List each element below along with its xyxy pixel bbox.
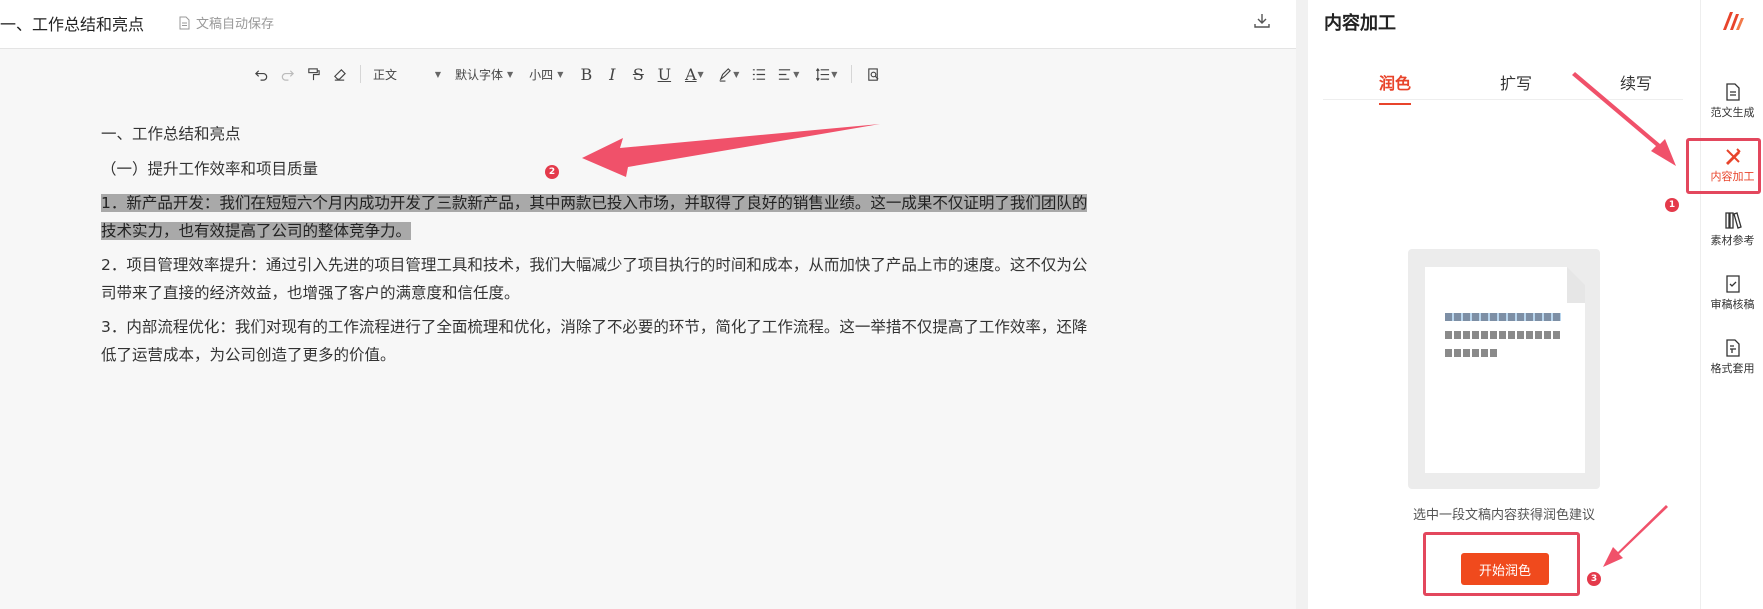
undo-icon[interactable] [250,63,272,85]
polish-hint: 选中一段文稿内容获得润色建议 [1412,508,1595,523]
line-spacing-button[interactable]: ▼ [811,63,841,85]
illus-line [1445,349,1497,357]
sidebar-item-materials[interactable]: 素材参考 [1701,210,1763,258]
tab-expand[interactable]: 扩写 [1500,70,1532,94]
highlight-button[interactable]: ▼ [713,63,743,85]
document-body[interactable]: 一、工作总结和亮点 （一）提升工作效率和项目质量 1．新产品开发：我们在短短六个… [101,120,1091,375]
autosave-label: 文稿自动保存 [196,17,275,32]
find-replace-button[interactable] [862,63,884,85]
format-toolbar: 正文 ▼ 默认字体 ▼ 小四 ▼ B I S U A ▼ ▼ ▼ ▼ [248,62,886,86]
content-processing-panel: 内容加工 润色 扩写 续写 选中一段文稿内容获得润色建议 开始润色 [1308,0,1700,609]
sidebar-item-label: 审稿核稿 [1710,298,1755,311]
font-size-select[interactable]: 小四 ▼ [525,63,567,85]
doc-heading-2[interactable]: （一）提升工作效率和项目质量 [101,155,1091,183]
bold-icon: B [580,64,593,84]
panel-divider [1296,0,1308,609]
download-icon[interactable] [1252,11,1272,31]
eraser-icon[interactable] [328,63,350,85]
paragraph-style-select[interactable]: 正文 ▼ [369,63,445,85]
sidebar-item-label: 范文生成 [1710,106,1755,119]
font-family-select[interactable]: 默认字体 ▼ [451,63,517,85]
file-icon [179,16,190,29]
doc-paragraph-2[interactable]: 2．项目管理效率提升：通过引入先进的项目管理工具和技术，我们大幅减少了项目执行的… [101,251,1091,307]
italic-icon: I [609,64,616,84]
books-icon [1724,212,1742,229]
underline-icon: U [657,64,672,84]
paper-illustration [1425,267,1585,473]
tool-sidebar: 范文生成 内容加工 素材参考 审稿核稿 格式套用 [1700,0,1763,609]
panel-tabs: 润色 扩写 续写 [1323,70,1683,105]
paper-fold [1567,267,1585,303]
pen-tool-icon [1725,148,1741,165]
underline-button[interactable]: U [653,63,675,85]
sidebar-item-label: 内容加工 [1710,170,1755,183]
caret-down-icon: ▼ [733,69,740,79]
sidebar-item-review[interactable]: 审稿核稿 [1701,274,1763,322]
redo-icon[interactable] [276,63,298,85]
tab-continue[interactable]: 续写 [1620,70,1652,94]
empty-state-illustration [1408,249,1600,489]
app-logo-icon [1723,12,1744,30]
bold-button[interactable]: B [575,63,597,85]
format-painter-icon[interactable] [302,63,324,85]
tab-polish[interactable]: 润色 [1379,70,1412,105]
editor-header: 一、工作总结和亮点 文稿自动保存 [0,0,1296,49]
list-icon [752,68,765,80]
caret-down-icon: ▼ [434,69,441,79]
font-color-button[interactable]: A ▼ [679,63,709,85]
caret-down-icon: ▼ [793,69,800,79]
caret-down-icon: ▼ [831,69,838,79]
font-color-icon: A [684,64,697,84]
format-icon [1725,339,1740,357]
align-button[interactable]: ▼ [773,63,803,85]
caret-down-icon: ▼ [697,69,704,79]
italic-button[interactable]: I [601,63,623,85]
selected-text[interactable]: 1．新产品开发：我们在短短六个月内成功开发了三款新产品，其中两款已投入市场，并取… [101,194,1088,240]
caret-down-icon: ▼ [507,69,514,79]
doc-title[interactable]: 一、工作总结和亮点 [0,11,144,35]
caret-down-icon: ▼ [557,69,564,79]
highlighter-icon [719,67,732,82]
toolbar-divider [360,65,361,83]
sidebar-item-label: 素材参考 [1710,234,1755,247]
illus-line [1445,313,1561,321]
document-icon [1725,83,1740,101]
line-spacing-icon [816,67,830,81]
align-left-icon [779,68,791,80]
font-size-value: 小四 [529,67,554,82]
sidebar-item-format[interactable]: 格式套用 [1701,338,1763,386]
doc-heading-1[interactable]: 一、工作总结和亮点 [101,120,1091,148]
editor-area: 一、工作总结和亮点 文稿自动保存 正文 ▼ 默认字体 ▼ 小四 ▼ B I S U A… [0,0,1296,609]
start-polish-button[interactable]: 开始润色 [1461,553,1549,585]
autosave-status: 文稿自动保存 [178,13,274,32]
font-family-value: 默认字体 [455,67,504,82]
illus-line [1445,331,1561,339]
find-icon [868,67,879,81]
list-button[interactable] [747,63,769,85]
strikethrough-icon: S [632,64,644,84]
sidebar-item-template[interactable]: 范文生成 [1701,82,1763,130]
panel-title: 内容加工 [1324,13,1396,34]
strikethrough-button[interactable]: S [627,63,649,85]
paragraph-style-value: 正文 [373,67,398,82]
doc-paragraph-3[interactable]: 3．内部流程优化：我们对现有的工作流程进行了全面梳理和优化，消除了不必要的环节，… [101,313,1091,369]
doc-paragraph-1[interactable]: 1．新产品开发：我们在短短六个月内成功开发了三款新产品，其中两款已投入市场，并取… [101,189,1091,245]
sidebar-item-content-processing[interactable]: 内容加工 [1701,146,1763,194]
toolbar-divider [851,65,853,83]
check-document-icon [1725,275,1740,293]
sidebar-item-label: 格式套用 [1710,362,1755,375]
